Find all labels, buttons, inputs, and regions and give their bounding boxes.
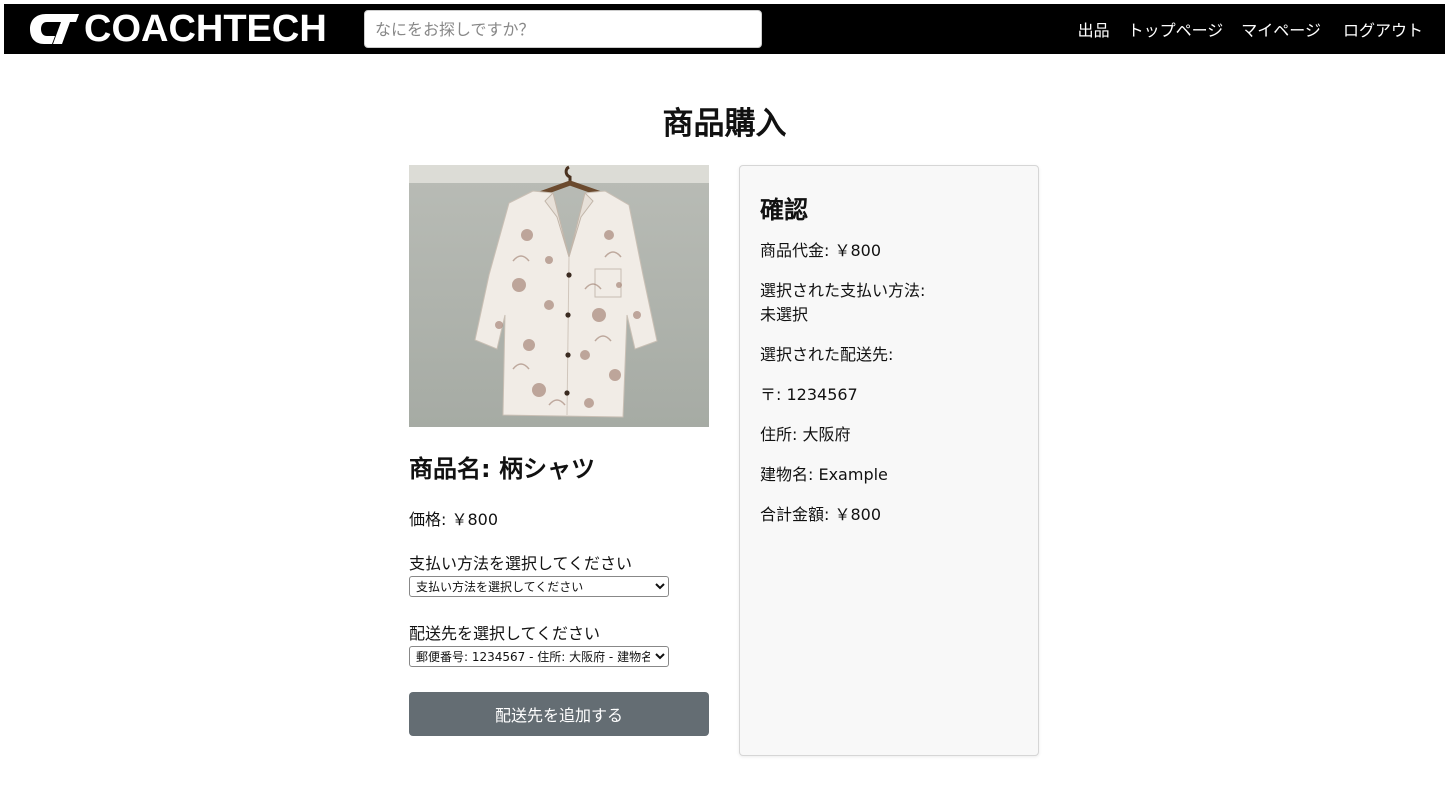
- confirm-total: 合計金額: ￥800: [760, 505, 882, 524]
- confirm-payment-value: 未選択: [760, 305, 809, 324]
- product-name: 商品名: 柄シャツ: [409, 455, 595, 483]
- nav-mypage-link[interactable]: マイページ: [1241, 17, 1321, 41]
- header-bar: COACHTECH 出品 トップページ マイページ ログアウト: [4, 4, 1445, 54]
- nav-top-link[interactable]: トップページ: [1128, 17, 1224, 41]
- search-input[interactable]: [364, 10, 762, 48]
- logo-text: COACHTECH: [84, 8, 327, 50]
- add-address-button[interactable]: 配送先を追加する: [409, 692, 709, 736]
- page-title: 商品購入: [662, 106, 787, 142]
- nav-sell-link[interactable]: 出品: [1078, 17, 1110, 41]
- confirmation-panel: 確認 商品代金: ￥800 選択された支払い方法: 未選択 選択された配送先: …: [739, 165, 1039, 756]
- header-nav: 出品 トップページ マイページ ログアウト: [1060, 4, 1423, 54]
- shipping-address-label: 配送先を選択してください: [409, 624, 601, 643]
- confirm-payment-label: 選択された支払い方法:: [760, 281, 926, 300]
- coachtech-logo[interactable]: COACHTECH: [28, 10, 327, 48]
- confirm-address: 住所: 大阪府: [760, 425, 851, 444]
- payment-method-select[interactable]: 支払い方法を選択してください: [409, 576, 669, 597]
- product-price: 価格: ￥800: [409, 510, 499, 529]
- confirm-shipping-label: 選択された配送先:: [760, 345, 894, 364]
- ct-logo-icon: [30, 14, 79, 44]
- nav-logout-link[interactable]: ログアウト: [1343, 17, 1423, 41]
- confirmation-title: 確認: [760, 196, 808, 224]
- confirm-product-price: 商品代金: ￥800: [760, 241, 882, 260]
- product-image: [409, 165, 709, 427]
- confirm-postal-code: 〒: 1234567: [760, 385, 858, 404]
- payment-method-label: 支払い方法を選択してください: [409, 554, 633, 573]
- confirm-building: 建物名: Example: [760, 465, 888, 484]
- shipping-address-select[interactable]: 郵便番号: 1234567 - 住所: 大阪府 - 建物名: Example: [409, 646, 669, 667]
